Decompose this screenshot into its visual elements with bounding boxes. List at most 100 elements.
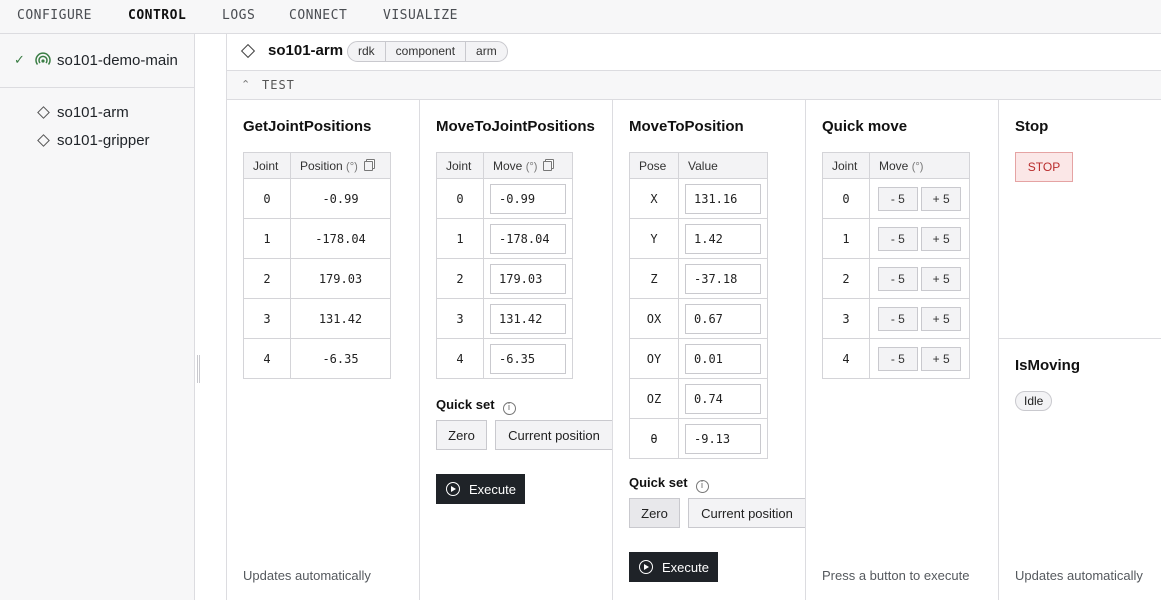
- copy-icon[interactable]: [543, 160, 553, 171]
- component-title: so101-arm: [268, 42, 344, 59]
- table-header: Pose: [629, 152, 679, 179]
- panel-title: MoveToJointPositions: [436, 118, 595, 135]
- table-header: Move (°): [869, 152, 970, 179]
- quick-move-panel: Quick move Joint Move (°) 0- 5 + 5 1- 5 …: [806, 100, 999, 600]
- table-header: Joint: [436, 152, 484, 179]
- panel-title: MoveToPosition: [629, 118, 744, 135]
- move-to-position-panel: MoveToPosition Pose Value X Y Z OX OY OZ…: [613, 100, 806, 600]
- table-row: OY: [629, 338, 768, 379]
- decrement-button[interactable]: - 5: [877, 226, 918, 251]
- table-row: 4 -6.35: [243, 338, 391, 379]
- table-row: OX: [629, 298, 768, 339]
- table-header: Joint: [822, 152, 870, 179]
- execute-button[interactable]: Execute: [436, 474, 525, 504]
- top-nav: CONFIGURE CONTROL LOGS CONNECT VISUALIZE: [0, 0, 1161, 34]
- stop-button[interactable]: STOP: [1015, 152, 1073, 182]
- component-diamond-icon: [240, 43, 256, 59]
- checkmark-icon: ✓: [14, 52, 25, 67]
- tab-logs[interactable]: LOGS: [222, 8, 255, 23]
- pose-input[interactable]: [685, 383, 761, 414]
- breadcrumb: rdk component arm: [347, 41, 508, 62]
- quick-set-label: Quick set i: [629, 475, 709, 493]
- sidebar-resize-handle[interactable]: [197, 355, 200, 383]
- panel-footer: Updates automatically: [243, 568, 371, 583]
- sidebar-item-label: so101-arm: [57, 104, 129, 121]
- table-row: 3: [436, 298, 573, 339]
- get-joint-positions-panel: GetJointPositions Joint Position (°) 0 -0…: [227, 100, 420, 600]
- zero-button[interactable]: Zero: [436, 420, 487, 450]
- table-row: Y: [629, 218, 768, 259]
- pose-input[interactable]: [685, 223, 761, 254]
- joint-input[interactable]: [490, 223, 566, 254]
- card-header: so101-arm rdk component arm: [227, 34, 1161, 71]
- pose-table: Pose Value X Y Z OX OY OZ θ: [629, 152, 768, 459]
- tab-visualize[interactable]: VISUALIZE: [383, 8, 458, 23]
- table-row: 0- 5 + 5: [822, 178, 970, 219]
- zero-button[interactable]: Zero: [629, 498, 680, 528]
- sidebar-item-label: so101-gripper: [57, 132, 150, 149]
- table-row: 2: [436, 258, 573, 299]
- table-row: 2 179.03: [243, 258, 391, 299]
- info-icon[interactable]: i: [695, 480, 709, 493]
- pose-input[interactable]: [685, 343, 761, 374]
- joint-input[interactable]: [490, 183, 566, 214]
- current-position-button[interactable]: Current position: [495, 420, 612, 450]
- increment-button[interactable]: + 5: [921, 226, 962, 251]
- decrement-button[interactable]: - 5: [877, 346, 918, 371]
- increment-button[interactable]: + 5: [921, 186, 962, 211]
- decrement-button[interactable]: - 5: [877, 266, 918, 291]
- play-icon: [446, 482, 460, 496]
- table-row: 4: [436, 338, 573, 379]
- copy-icon[interactable]: [363, 160, 373, 171]
- joint-positions-table: Joint Position (°) 0 -0.99 1 -178.04 2 179.…: [243, 152, 391, 379]
- increment-button[interactable]: + 5: [921, 346, 962, 371]
- joint-input[interactable]: [490, 303, 566, 334]
- table-row: 3 131.42: [243, 298, 391, 339]
- sidebar-item-so101-arm[interactable]: so101-arm: [36, 103, 186, 125]
- panel-title: Quick move: [822, 118, 908, 135]
- quick-move-table: Joint Move (°) 0- 5 + 5 1- 5 + 5 2- 5 + …: [822, 152, 970, 379]
- current-position-button[interactable]: Current position: [688, 498, 805, 528]
- test-section-toggle[interactable]: ⌃ TEST: [227, 71, 1161, 100]
- table-row: 0 -0.99: [243, 178, 391, 219]
- tab-control[interactable]: CONTROL: [128, 8, 186, 23]
- component-diamond-icon: [37, 134, 50, 147]
- tab-connect[interactable]: CONNECT: [289, 8, 347, 23]
- breadcrumb-item: component: [384, 42, 465, 61]
- pose-input[interactable]: [685, 423, 761, 454]
- table-row: 0: [436, 178, 573, 219]
- sidebar-item-so101-gripper[interactable]: so101-gripper: [36, 131, 186, 153]
- sidebar-machine[interactable]: ✓ so101-demo-main: [0, 34, 194, 88]
- move-to-joint-positions-panel: MoveToJointPositions Joint Move (°) 0 1 …: [420, 100, 613, 600]
- component-diamond-icon: [37, 106, 50, 119]
- stop-panel: Stop STOP: [999, 100, 1161, 339]
- panel-title: GetJointPositions: [243, 118, 372, 135]
- online-signal-icon: [35, 52, 51, 65]
- joint-input[interactable]: [490, 343, 566, 374]
- panel-title: IsMoving: [1015, 357, 1081, 374]
- table-row: 3- 5 + 5: [822, 298, 970, 339]
- table-row: 4- 5 + 5: [822, 338, 970, 379]
- quick-set-label: Quick set i: [436, 397, 516, 415]
- table-row: OZ: [629, 378, 768, 419]
- increment-button[interactable]: + 5: [921, 306, 962, 331]
- is-moving-panel: IsMoving Idle Updates automatically: [999, 339, 1161, 600]
- decrement-button[interactable]: - 5: [877, 306, 918, 331]
- increment-button[interactable]: + 5: [921, 266, 962, 291]
- joint-input[interactable]: [490, 263, 566, 294]
- panel-title: Stop: [1015, 118, 1049, 135]
- table-row: X: [629, 178, 768, 219]
- table-row: Z: [629, 258, 768, 299]
- pose-input[interactable]: [685, 183, 761, 214]
- decrement-button[interactable]: - 5: [877, 186, 918, 211]
- pose-input[interactable]: [685, 303, 761, 334]
- move-joints-table: Joint Move (°) 0 1 2 3 4: [436, 152, 573, 379]
- tab-configure[interactable]: CONFIGURE: [17, 8, 92, 23]
- sidebar: ✓ so101-demo-main so101-arm so101-grippe…: [0, 34, 195, 600]
- execute-button[interactable]: Execute: [629, 552, 718, 582]
- pose-input[interactable]: [685, 263, 761, 294]
- breadcrumb-item: arm: [465, 42, 507, 61]
- info-icon[interactable]: i: [502, 402, 516, 415]
- table-row: 2- 5 + 5: [822, 258, 970, 299]
- collapse-chevron-icon: ⌃: [241, 79, 251, 91]
